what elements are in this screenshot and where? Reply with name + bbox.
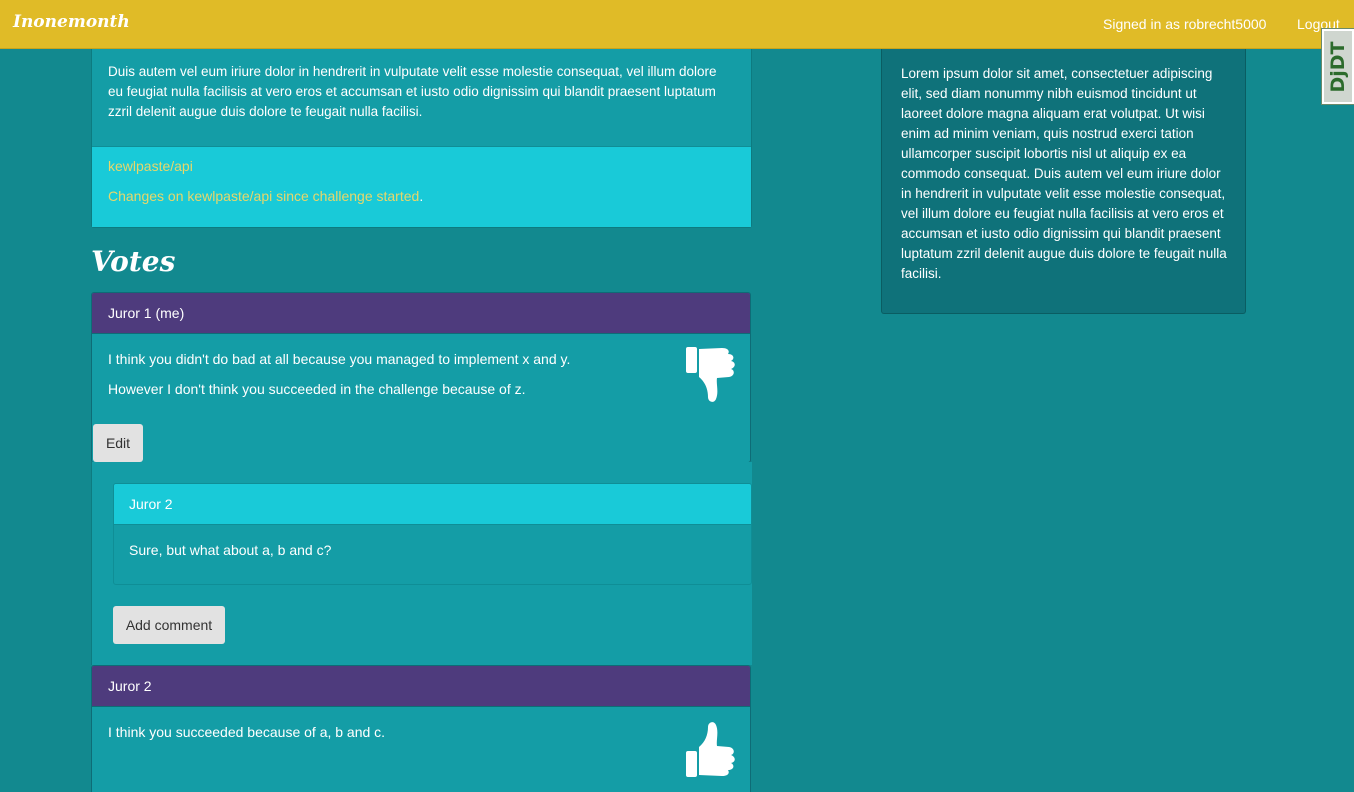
- changes-suffix: .: [419, 188, 424, 204]
- vote-juror-header: Juror 1 (me): [92, 293, 750, 334]
- comment-card: Juror 2 Sure, but what about a, b and c?: [113, 483, 752, 585]
- comment-juror-header: Juror 2: [114, 484, 751, 525]
- top-navbar: Inonemonth Signed in as robrecht5000 Log…: [0, 0, 1354, 49]
- challenge-panel: Duis autem vel eum iriure dolor in hendr…: [91, 49, 752, 228]
- comments-section: Juror 2 Sure, but what about a, b and c?…: [91, 462, 752, 665]
- vote-juror-header: Juror 2: [92, 666, 750, 707]
- votes-heading: Votes: [91, 245, 176, 278]
- thumbs-down-icon: [686, 347, 735, 402]
- add-comment-button[interactable]: Add comment: [113, 606, 225, 644]
- changes-link[interactable]: Changes on kewlpaste/api since challenge…: [108, 188, 419, 204]
- vote-card: Juror 1 (me) I think you didn't do bad a…: [91, 292, 751, 463]
- changes-text: Changes on kewlpaste/api since challenge…: [108, 188, 423, 204]
- sidebar-panel: Lorem ipsum dolor sit amet, consectetuer…: [881, 49, 1246, 314]
- repo-name: kewlpaste/api: [108, 158, 193, 174]
- sidebar-text: Lorem ipsum dolor sit amet, consectetuer…: [901, 66, 1227, 281]
- vote-text-line: I think you succeeded because of a, b an…: [108, 724, 386, 740]
- comment-text: Sure, but what about a, b and c?: [129, 542, 332, 558]
- vote-card: Juror 2 I think you succeeded because of…: [91, 665, 751, 792]
- thumbs-up-icon: [686, 722, 735, 777]
- debug-toolbar-handle[interactable]: DjDT: [1322, 29, 1354, 104]
- signed-in-text: Signed in as robrecht5000: [1103, 16, 1267, 32]
- brand-logo[interactable]: Inonemonth: [13, 12, 130, 32]
- edit-vote-button[interactable]: Edit: [93, 424, 143, 462]
- vote-text-line: However I don't think you succeeded in t…: [108, 381, 526, 397]
- vote-text-line: I think you didn't do bad at all because…: [108, 351, 571, 367]
- challenge-repo-footer: kewlpaste/api Changes on kewlpaste/api s…: [92, 146, 751, 227]
- challenge-body: Duis autem vel eum iriure dolor in hendr…: [108, 64, 717, 119]
- debug-toolbar-label: DjDT: [1327, 40, 1349, 93]
